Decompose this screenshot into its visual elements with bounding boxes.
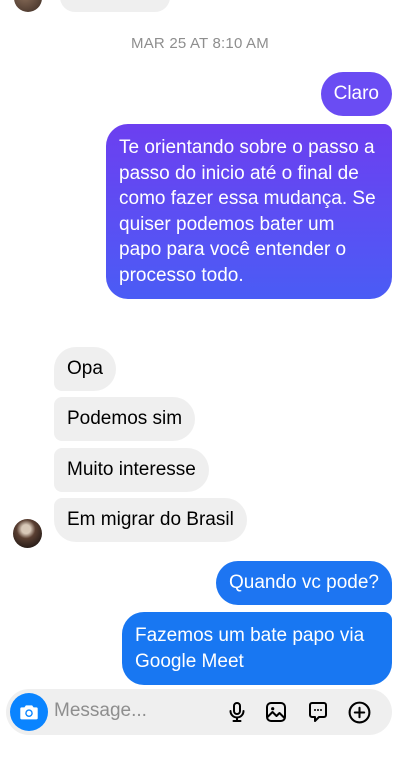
microphone-button[interactable]	[223, 698, 251, 726]
message-outgoing[interactable]: Quando vc pode?	[215, 561, 392, 605]
message-thread: MAR 25 AT 8:10 AM Claro Te orientando so…	[0, 0, 400, 690]
add-icon	[348, 701, 370, 723]
sticker-icon	[309, 702, 327, 722]
add-button[interactable]	[345, 698, 373, 726]
message-bubble-partial	[60, 0, 170, 12]
microphone-icon	[229, 702, 245, 722]
message-incoming[interactable]: Opa	[54, 347, 116, 391]
message-incoming[interactable]: Podemos sim	[54, 397, 196, 441]
message-outgoing[interactable]: Te orientando sobre o passo a passo do i…	[106, 124, 392, 299]
gallery-button[interactable]	[262, 698, 290, 726]
camera-icon	[20, 705, 38, 720]
gallery-icon	[266, 702, 286, 722]
message-composer: Message...	[6, 689, 392, 735]
message-input[interactable]: Message...	[54, 700, 147, 722]
message-outgoing[interactable]: Fazemos um bate papo via Google Meet	[122, 612, 392, 685]
sticker-button[interactable]	[304, 698, 332, 726]
message-incoming[interactable]: Em migrar do Brasil	[54, 498, 247, 542]
camera-button[interactable]	[10, 693, 48, 731]
date-separator: MAR 25 AT 8:10 AM	[131, 35, 269, 52]
message-incoming[interactable]: Muito interesse	[54, 448, 209, 492]
message-outgoing[interactable]: Claro	[320, 72, 392, 116]
sender-avatar[interactable]	[14, 0, 42, 12]
sender-avatar[interactable]	[13, 519, 42, 548]
